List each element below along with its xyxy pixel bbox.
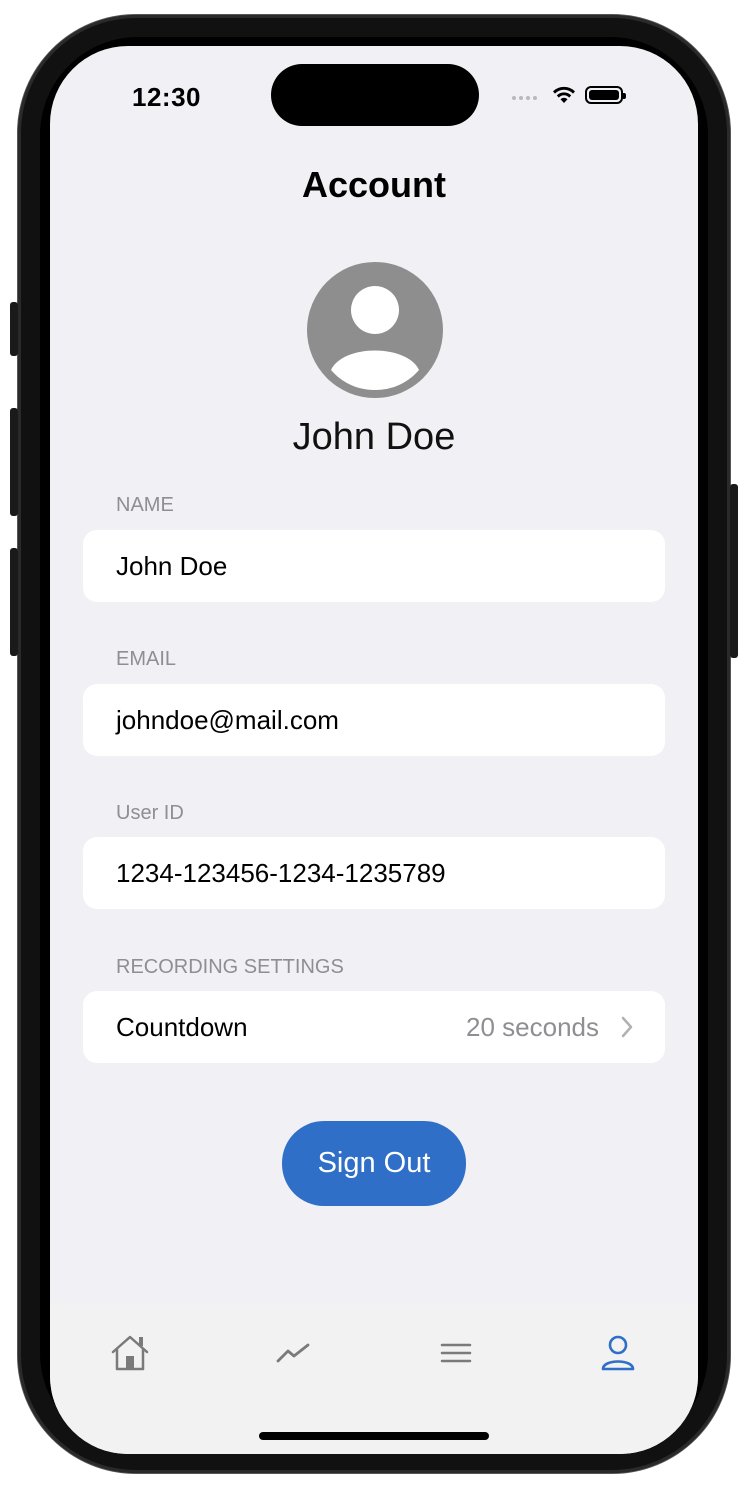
person-icon <box>601 1335 635 1371</box>
tab-account[interactable] <box>588 1330 648 1376</box>
volume-down-button <box>10 548 18 656</box>
countdown-value: 20 seconds <box>466 1011 599 1042</box>
tab-trends[interactable] <box>263 1330 323 1376</box>
status-time: 12:30 <box>132 82 201 112</box>
name-field[interactable]: John Doe <box>83 530 665 602</box>
email-section-label: EMAIL <box>116 648 177 670</box>
wifi-icon <box>553 86 575 103</box>
user-id-value: 1234-123456-1234-1235789 <box>116 857 446 888</box>
sign-out-button[interactable]: Sign Out <box>282 1121 466 1206</box>
chevron-right-icon <box>621 1016 633 1038</box>
tab-menu[interactable] <box>426 1330 486 1376</box>
recording-settings-label: RECORDING SETTINGS <box>116 956 344 978</box>
avatar[interactable] <box>307 262 443 398</box>
trend-icon <box>276 1343 310 1363</box>
home-icon <box>111 1335 149 1371</box>
page-title: Account <box>302 164 446 205</box>
email-field[interactable]: johndoe@mail.com <box>83 684 665 756</box>
screen: 12:30 Account John Doe NAME John Doe EMA… <box>50 46 698 1454</box>
volume-up-button <box>10 408 18 516</box>
countdown-label: Countdown <box>116 1011 248 1042</box>
action-button <box>10 302 18 356</box>
name-section-label: NAME <box>116 494 174 516</box>
menu-icon <box>440 1343 472 1363</box>
status-indicators <box>512 82 626 108</box>
cellular-signal-icon <box>512 90 537 100</box>
dynamic-island <box>271 64 479 126</box>
battery-icon <box>585 86 626 104</box>
profile-name: John Doe <box>292 416 456 458</box>
power-button <box>730 484 738 658</box>
tab-home[interactable] <box>100 1330 160 1376</box>
name-value: John Doe <box>116 550 228 581</box>
user-id-field[interactable]: 1234-123456-1234-1235789 <box>83 837 665 909</box>
home-indicator[interactable] <box>259 1432 489 1440</box>
countdown-row[interactable]: Countdown 20 seconds <box>83 991 665 1063</box>
user-id-section-label: User ID <box>116 802 184 824</box>
email-value: johndoe@mail.com <box>116 704 339 735</box>
